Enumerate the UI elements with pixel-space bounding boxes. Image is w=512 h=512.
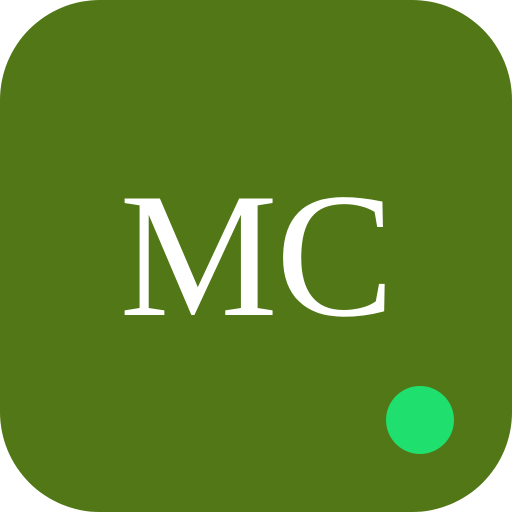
online-status-icon [386,386,454,454]
avatar: MC [0,0,512,512]
